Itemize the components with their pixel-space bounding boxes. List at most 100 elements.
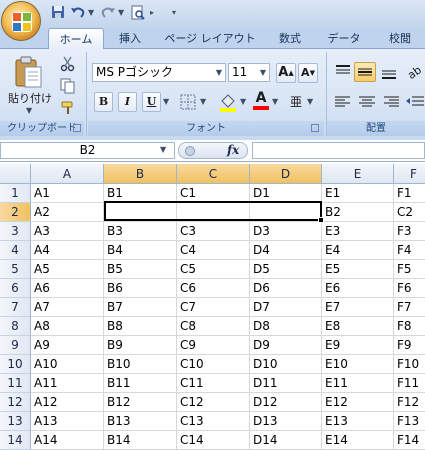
cell-c12[interactable]: C12 xyxy=(177,393,250,412)
column-header-c[interactable]: C xyxy=(177,164,250,184)
cell-e8[interactable]: E8 xyxy=(322,317,394,336)
cell-b12[interactable]: B12 xyxy=(104,393,177,412)
row-header[interactable]: 4 xyxy=(0,241,31,260)
column-header-a[interactable]: A xyxy=(31,164,104,184)
shrink-font-button[interactable]: A▼ xyxy=(298,63,318,83)
row-header[interactable]: 10 xyxy=(0,355,31,374)
column-header-d[interactable]: D xyxy=(250,164,322,184)
formula-input[interactable] xyxy=(252,142,425,159)
tab-home[interactable]: ホーム xyxy=(48,28,104,49)
font-size-combo[interactable]: 11 ▼ xyxy=(228,63,270,82)
cell-e9[interactable]: E9 xyxy=(322,336,394,355)
cell-a14[interactable]: A14 xyxy=(31,431,104,450)
cell-f2[interactable]: C2 xyxy=(394,203,425,222)
cell-c9[interactable]: C9 xyxy=(177,336,250,355)
paste-icon[interactable] xyxy=(12,56,44,90)
row-header[interactable]: 3 xyxy=(0,222,31,241)
tab-formulas[interactable]: 数式 xyxy=(268,28,312,49)
row-header[interactable]: 9 xyxy=(0,336,31,355)
align-left-icon[interactable] xyxy=(332,92,354,112)
cell-e5[interactable]: E5 xyxy=(322,260,394,279)
cell-b3[interactable]: B3 xyxy=(104,222,177,241)
format-painter-icon[interactable] xyxy=(60,100,76,116)
cell-a7[interactable]: A7 xyxy=(31,298,104,317)
row-header[interactable]: 1 xyxy=(0,184,31,203)
cell-c7[interactable]: C7 xyxy=(177,298,250,317)
grow-font-button[interactable]: A▲ xyxy=(276,63,296,83)
cell-b4[interactable]: B4 xyxy=(104,241,177,260)
cell-c6[interactable]: C6 xyxy=(177,279,250,298)
cell-f14[interactable]: F14 xyxy=(394,431,425,450)
cell-e2[interactable]: B2 xyxy=(322,203,394,222)
select-all-corner[interactable] xyxy=(0,164,31,184)
cell-c13[interactable]: C13 xyxy=(177,412,250,431)
cell-a1[interactable]: A1 xyxy=(31,184,104,203)
underline-button[interactable]: U xyxy=(142,92,161,112)
cell-b9[interactable]: B9 xyxy=(104,336,177,355)
cell-d13[interactable]: D13 xyxy=(250,412,322,431)
cell-a6[interactable]: A6 xyxy=(31,279,104,298)
align-top-icon[interactable] xyxy=(332,62,354,82)
decrease-indent-icon[interactable] xyxy=(404,92,425,112)
column-header-f[interactable]: F xyxy=(394,164,425,184)
cell-f8[interactable]: F8 xyxy=(394,317,425,336)
tab-insert[interactable]: 挿入 xyxy=(110,28,150,49)
cell-b11[interactable]: B11 xyxy=(104,374,177,393)
cell-a10[interactable]: A10 xyxy=(31,355,104,374)
fill-color-dropdown-icon[interactable]: ▼ xyxy=(240,97,248,106)
cell-f1[interactable]: F1 xyxy=(394,184,425,203)
cell-e1[interactable]: E1 xyxy=(322,184,394,203)
row-header[interactable]: 13 xyxy=(0,412,31,431)
cell-d8[interactable]: D8 xyxy=(250,317,322,336)
copy-icon[interactable] xyxy=(60,78,76,94)
column-header-b[interactable]: B xyxy=(104,164,177,184)
cell-c10[interactable]: C10 xyxy=(177,355,250,374)
font-name-combo[interactable]: MS Pゴシック ▼ xyxy=(92,63,226,82)
italic-button[interactable]: I xyxy=(118,92,137,112)
underline-dropdown-icon[interactable]: ▼ xyxy=(163,97,171,106)
cell-b8[interactable]: B8 xyxy=(104,317,177,336)
cell-f5[interactable]: F5 xyxy=(394,260,425,279)
cell-c14[interactable]: C14 xyxy=(177,431,250,450)
borders-icon[interactable] xyxy=(178,92,198,112)
cell-d10[interactable]: D10 xyxy=(250,355,322,374)
undo-dropdown-icon[interactable]: ▼ xyxy=(88,8,95,18)
cell-a13[interactable]: A13 xyxy=(31,412,104,431)
clipboard-launcher-icon[interactable] xyxy=(73,124,81,132)
row-header[interactable]: 12 xyxy=(0,393,31,412)
row-header[interactable]: 2 xyxy=(0,203,31,222)
cell-b6[interactable]: B6 xyxy=(104,279,177,298)
align-bottom-icon[interactable] xyxy=(378,62,400,82)
cell-d7[interactable]: D7 xyxy=(250,298,322,317)
cell-d3[interactable]: D3 xyxy=(250,222,322,241)
insert-function-icon[interactable]: fx xyxy=(227,143,245,158)
cell-c11[interactable]: C11 xyxy=(177,374,250,393)
cell-c8[interactable]: C8 xyxy=(177,317,250,336)
cell-f11[interactable]: F11 xyxy=(394,374,425,393)
cell-a2[interactable]: A2 xyxy=(31,203,104,222)
cell-d14[interactable]: D14 xyxy=(250,431,322,450)
fill-handle[interactable] xyxy=(318,217,324,223)
cell-e3[interactable]: E3 xyxy=(322,222,394,241)
font-launcher-icon[interactable] xyxy=(311,124,319,132)
save-icon[interactable] xyxy=(50,5,66,21)
orientation-icon[interactable]: ab xyxy=(404,62,425,82)
align-right-icon[interactable] xyxy=(380,92,402,112)
cell-d9[interactable]: D9 xyxy=(250,336,322,355)
cell-c4[interactable]: C4 xyxy=(177,241,250,260)
cell-e13[interactable]: E13 xyxy=(322,412,394,431)
column-header-e[interactable]: E xyxy=(322,164,394,184)
office-button[interactable] xyxy=(1,1,41,41)
cell-d4[interactable]: D4 xyxy=(250,241,322,260)
fill-color-icon[interactable] xyxy=(218,92,238,112)
row-header[interactable]: 7 xyxy=(0,298,31,317)
cell-b13[interactable]: B13 xyxy=(104,412,177,431)
customize-icon[interactable]: ▾ xyxy=(172,8,179,18)
cell-e10[interactable]: E10 xyxy=(322,355,394,374)
cell-e4[interactable]: E4 xyxy=(322,241,394,260)
cell-e12[interactable]: E12 xyxy=(322,393,394,412)
redo-dropdown-icon[interactable]: ▼ xyxy=(118,8,125,18)
name-box-dropdown-icon[interactable]: ▼ xyxy=(160,145,170,155)
tab-review[interactable]: 校閲 xyxy=(378,28,422,49)
cell-e11[interactable]: E11 xyxy=(322,374,394,393)
